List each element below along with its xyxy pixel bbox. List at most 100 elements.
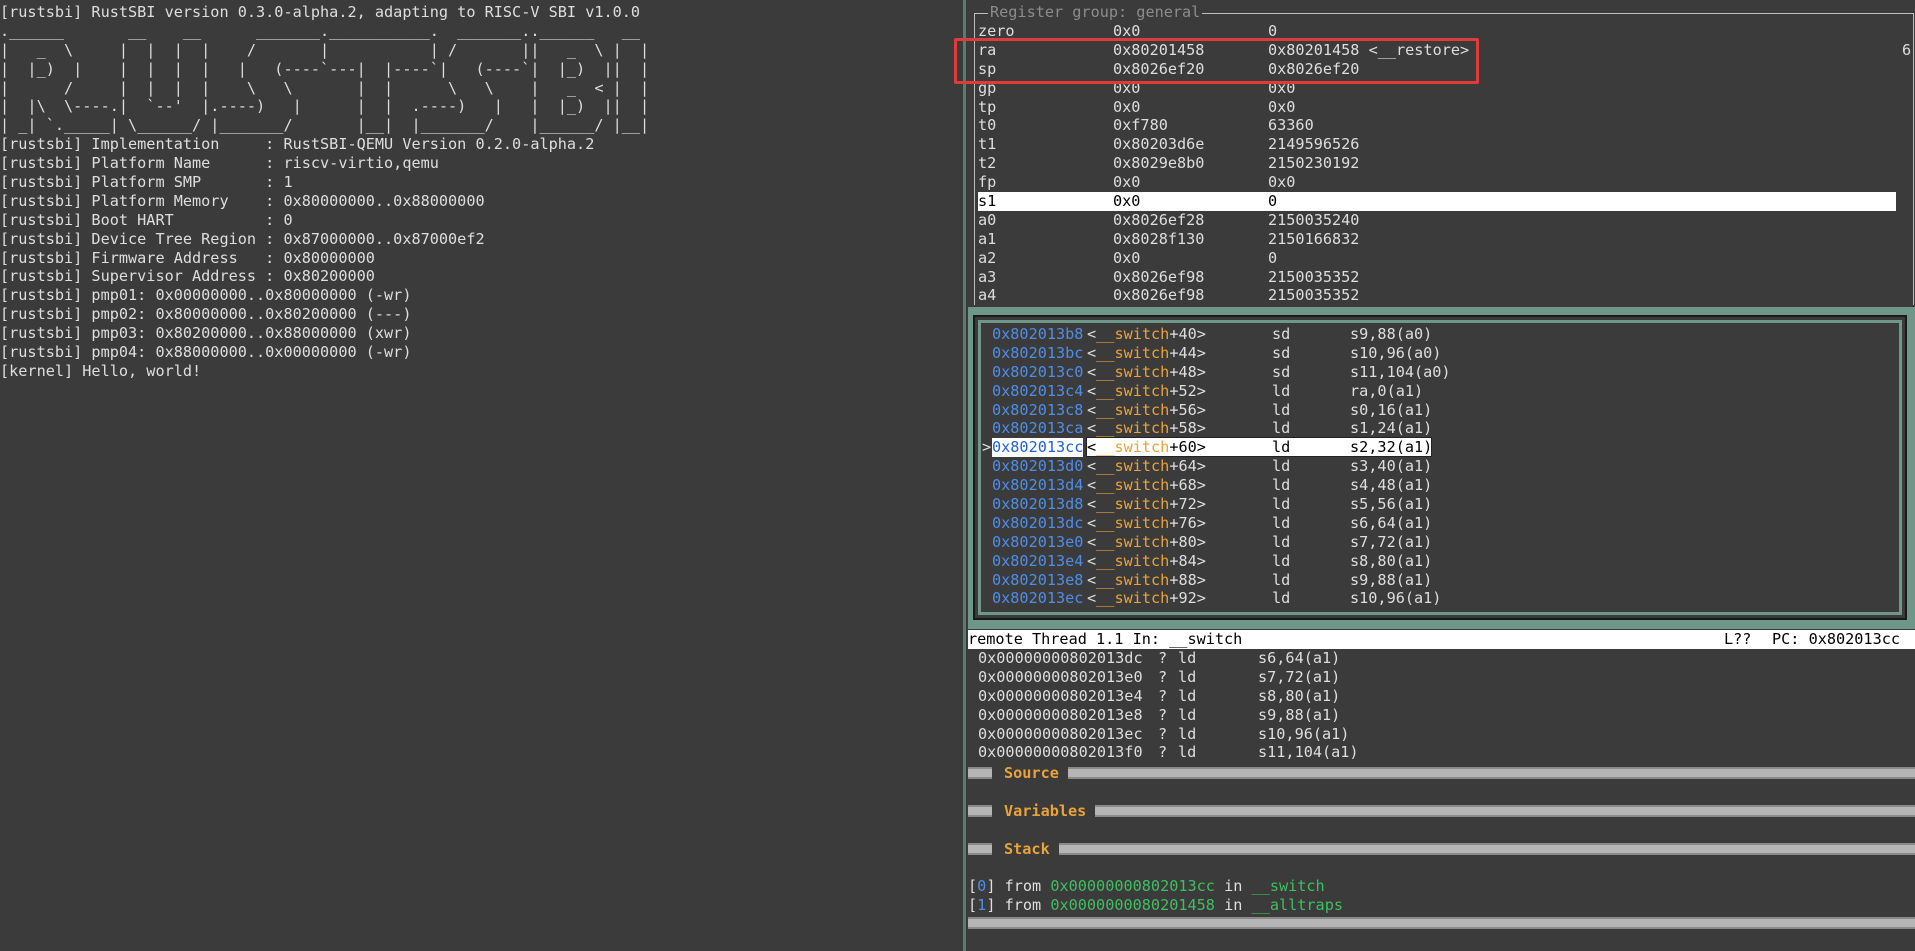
- frame-index: 1: [977, 895, 987, 914]
- disassembly-pane[interactable]: 0x802013b8 <__switch+40> sd s9,88(a0) 0x8020…: [968, 307, 1915, 629]
- instruction-opcode: sd: [1272, 343, 1291, 362]
- instruction-opcode: ld: [1272, 400, 1291, 419]
- instruction-address: 0x802013c4: [992, 381, 1084, 400]
- frame-in-label: in: [1224, 895, 1243, 914]
- register-row[interactable]: a1 0x8028f130 2150166832: [978, 230, 1898, 249]
- instruction-operands: ra,0(a1): [1350, 381, 1424, 400]
- register-name: a0: [978, 210, 997, 229]
- register-row[interactable]: t1 0x80203d6e 2149596526: [978, 135, 1898, 154]
- register-hex: 0x8026ef98: [1113, 286, 1205, 305]
- symbol-offset: +76>: [1169, 513, 1206, 532]
- annotation-highlight-box: [954, 38, 1479, 84]
- register-row[interactable]: t2 0x8029e8b0 2150230192: [978, 154, 1898, 173]
- disassembly-row[interactable]: 0x802013c4 <__switch+52> ld ra,0(a1): [982, 382, 1882, 401]
- source-section-header[interactable]: Source: [968, 763, 1915, 783]
- register-row[interactable]: s1 0x0 0: [978, 192, 1896, 211]
- instruction-operands: s7,72(a1): [1258, 667, 1341, 686]
- frame-function[interactable]: __switch: [1252, 877, 1325, 895]
- register-row[interactable]: t0 0xf780 63360: [978, 116, 1898, 135]
- instruction-operands: s8,80(a1): [1350, 551, 1433, 570]
- command-disassembly-row: 0x00000000802013dc? ld s6,64(a1): [978, 649, 1908, 668]
- instruction-operands: s1,24(a1): [1350, 419, 1433, 438]
- console-line: [rustsbi] Supervisor Address : 0x8020000…: [0, 267, 375, 286]
- instruction-address: 0x802013e4: [992, 551, 1084, 570]
- instruction-opcode: ld: [1272, 495, 1291, 514]
- pane-divider[interactable]: [963, 0, 966, 951]
- disassembly-row[interactable]: 0x802013ec <__switch+92> ld s10,96(a1): [982, 589, 1882, 608]
- register-name: fp: [978, 173, 997, 192]
- register-hex: 0xf780: [1113, 116, 1168, 135]
- disassembly-row[interactable]: >0x802013cc <__switch+60> ld s2,32(a1): [982, 437, 1882, 458]
- instruction-opcode: ld: [1272, 438, 1291, 457]
- register-value: 2150035240: [1268, 210, 1360, 229]
- frame-address[interactable]: 0x0000000080201458: [1050, 896, 1215, 914]
- register-hex: 0x8029e8b0: [1113, 154, 1205, 173]
- register-value: 0: [1268, 192, 1278, 211]
- instruction-opcode: ld: [1178, 667, 1197, 686]
- command-disassembly-output: 0x00000000802013dc? ld s6,64(a1) 0x00000000…: [978, 649, 1908, 762]
- current-instruction-marker: >: [982, 438, 992, 457]
- command-disassembly-row: 0x00000000802013e8? ld s9,88(a1): [978, 706, 1908, 725]
- instruction-address: 0x802013e8: [992, 570, 1084, 589]
- disassembly-row[interactable]: 0x802013ca <__switch+58> ld s1,24(a1): [982, 419, 1882, 438]
- instruction-address: 0x00000000802013e0: [978, 667, 1143, 686]
- symbol-offset: +80>: [1169, 532, 1206, 551]
- register-value: 2150035352: [1268, 267, 1360, 286]
- instruction-address: 0x802013e0: [992, 532, 1084, 551]
- unknown-source-marker: ?: [1158, 686, 1168, 705]
- disassembly-row[interactable]: 0x802013d0 <__switch+64> ld s3,40(a1): [982, 457, 1882, 476]
- disassembly-row[interactable]: 0x802013e0 <__switch+80> ld s7,72(a1): [982, 533, 1882, 552]
- disassembly-row[interactable]: 0x802013d4 <__switch+68> ld s4,48(a1): [982, 476, 1882, 495]
- register-value: 2149596526: [1268, 135, 1360, 154]
- register-row[interactable]: a3 0x8026ef98 2150035352: [978, 268, 1898, 287]
- instruction-opcode: ld: [1272, 570, 1291, 589]
- frame-address[interactable]: 0x00000000802013cc: [1050, 877, 1215, 895]
- disassembly-row[interactable]: 0x802013e8 <__switch+88> ld s9,88(a1): [982, 571, 1882, 590]
- instruction-opcode: ld: [1272, 532, 1291, 551]
- instruction-opcode: ld: [1178, 686, 1197, 705]
- symbol-function-name: __switch: [1096, 476, 1170, 495]
- status-thread-info: remote Thread 1.1 In: __switch: [968, 630, 1243, 648]
- disassembly-row[interactable]: 0x802013c0 <__switch+48> sd s11,104(a0): [982, 363, 1882, 382]
- instruction-address: 0x802013d8: [992, 495, 1084, 514]
- instruction-symbol: <__switch+80>: [1087, 532, 1206, 551]
- frame-bracket-close: ]: [986, 895, 1005, 914]
- disassembly-row[interactable]: 0x802013c8 <__switch+56> ld s0,16(a1): [982, 401, 1882, 420]
- symbol-function-name: __switch: [1096, 419, 1170, 438]
- instruction-opcode: ld: [1178, 743, 1197, 762]
- disassembly-row[interactable]: 0x802013d8 <__switch+72> ld s5,56(a1): [982, 495, 1882, 514]
- register-row[interactable]: a4 0x8026ef98 2150035352: [978, 286, 1898, 305]
- register-hex: 0x8028f130: [1113, 229, 1205, 248]
- instruction-operands: s10,96(a1): [1258, 724, 1350, 743]
- disassembly-row[interactable]: 0x802013b8 <__switch+40> sd s9,88(a0): [982, 325, 1882, 344]
- unknown-source-marker: ?: [1158, 667, 1168, 686]
- variables-section-header[interactable]: Variables: [968, 801, 1915, 821]
- stack-section-header[interactable]: Stack: [968, 839, 1915, 859]
- register-row[interactable]: a2 0x0 0: [978, 249, 1898, 268]
- instruction-operands: s5,56(a1): [1350, 495, 1433, 514]
- instruction-address: 0x802013d0: [992, 457, 1084, 476]
- disassembly-row[interactable]: 0x802013dc <__switch+76> ld s6,64(a1): [982, 514, 1882, 533]
- frame-function[interactable]: __alltraps: [1252, 896, 1343, 914]
- register-row[interactable]: a0 0x8026ef28 2150035240: [978, 211, 1898, 230]
- symbol-offset: +68>: [1169, 476, 1206, 495]
- instruction-operands: s9,88(a1): [1258, 705, 1341, 724]
- unknown-source-marker: ?: [1158, 649, 1168, 667]
- instruction-operands: s11,104(a0): [1350, 362, 1451, 381]
- command-disassembly-row: 0x00000000802013e0? ld s7,72(a1): [978, 668, 1908, 687]
- symbol-function-name: __switch: [1096, 495, 1170, 514]
- register-row[interactable]: tp 0x0 0x0: [978, 98, 1898, 117]
- symbol-function-name: __switch: [1096, 400, 1170, 419]
- disassembly-row[interactable]: 0x802013bc <__switch+44> sd s10,96(a0): [982, 344, 1882, 363]
- register-row[interactable]: fp 0x0 0x0: [978, 173, 1898, 192]
- disassembly-row[interactable]: 0x802013e4 <__switch+84> ld s8,80(a1): [982, 552, 1882, 571]
- console-line: [kernel] Hello, world!: [0, 361, 202, 380]
- stack-frame-row[interactable]: [0] from 0x00000000802013cc in __switch: [968, 877, 1915, 896]
- instruction-symbol: <__switch+44>: [1087, 343, 1206, 362]
- console-line: .______ __ __ _______.___________. _____…: [0, 21, 641, 40]
- symbol-offset: +56>: [1169, 400, 1206, 419]
- stack-frame-row[interactable]: [1] from 0x0000000080201458 in __alltrap…: [968, 896, 1915, 915]
- register-hex: 0x8026ef28: [1113, 210, 1205, 229]
- register-hex: 0x0: [1113, 192, 1141, 211]
- instruction-opcode: ld: [1272, 457, 1291, 476]
